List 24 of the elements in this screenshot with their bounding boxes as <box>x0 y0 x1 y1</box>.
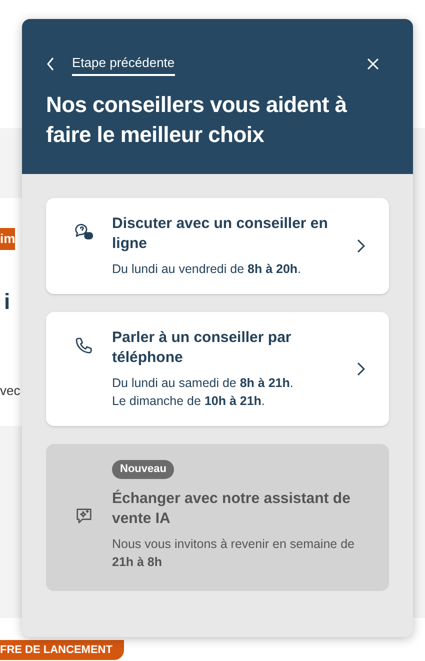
offer-badge: FRE DE LANCEMENT <box>0 640 124 660</box>
option-title: Parler à un conseiller par téléphone <box>112 328 292 368</box>
option-hours: Nous vous invitons à revenir en semaine de 21h à 8h <box>112 536 356 570</box>
chevron-right-icon <box>357 238 365 252</box>
option-hours: Le dimanche de 10h à 21h. <box>112 392 266 410</box>
chat-bubbles-icon <box>74 222 94 242</box>
contact-option-card[interactable]: Parler à un conseiller par téléphone Du lundi au samedi de 8h à 21h. Le dimanche de 10h à 21h. <box>46 312 389 426</box>
product-heading: i <box>4 289 10 315</box>
phone-icon <box>74 336 94 356</box>
product-text: vec <box>0 383 20 399</box>
option-hours: Du lundi au vendredi de 8h à 20h. <box>112 260 302 278</box>
back-link[interactable]: Etape précédente <box>46 53 175 76</box>
close-button[interactable] <box>365 56 381 72</box>
chevron-left-icon <box>46 57 56 72</box>
option-title: Discuter avec un conseiller en ligne <box>112 214 329 254</box>
contact-option-card[interactable]: Discuter avec un conseiller en ligne Du lundi au vendredi de 8h à 20h. <box>46 198 389 294</box>
option-hours: Du lundi au samedi de 8h à 21h. <box>112 374 294 392</box>
close-icon <box>367 58 379 70</box>
product-tag: im <box>0 228 16 250</box>
sparkle-chat-icon <box>74 506 94 526</box>
new-badge: Nouveau <box>112 460 174 478</box>
chevron-right-icon <box>357 362 365 376</box>
option-title: Échanger avec notre assistant de vente IA <box>112 488 352 528</box>
panel-title: Nos conseillers vous aident à faire le meilleur choix <box>46 90 348 148</box>
